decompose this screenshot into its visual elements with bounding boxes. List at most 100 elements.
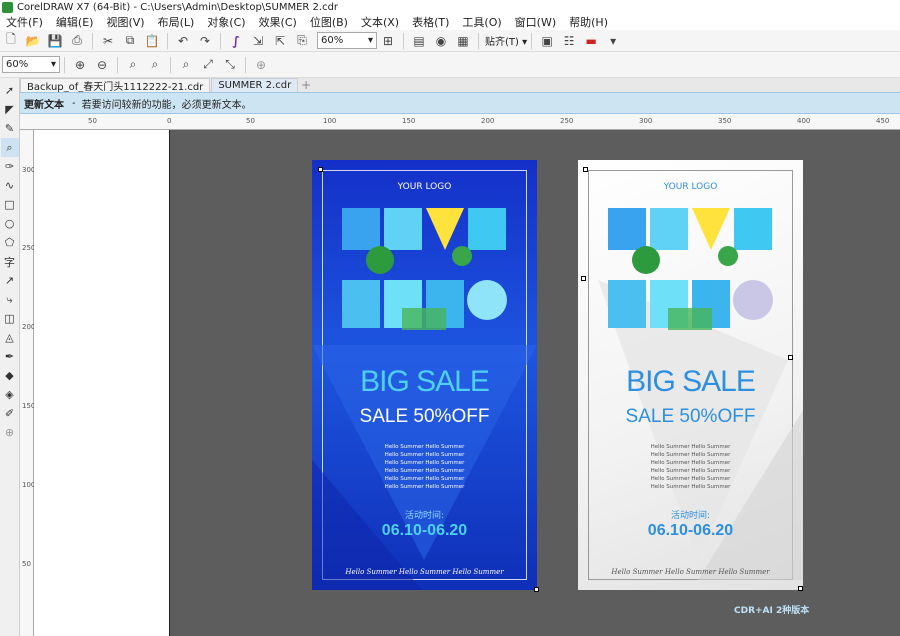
publish-pdf-icon[interactable]: ⎘	[292, 32, 312, 50]
outline-pen-icon[interactable]: ✐	[1, 404, 19, 423]
hello-line: Hello Summer Hello Summer	[384, 444, 465, 450]
cut-icon[interactable]: ✂	[98, 32, 118, 50]
open-icon[interactable]: 📂	[23, 32, 43, 50]
hello-line: Hello Summer Hello Summer	[384, 452, 465, 458]
menu-effects[interactable]: 效果(C)	[259, 14, 297, 30]
options-icon[interactable]: ▣	[537, 32, 557, 50]
document-tabs: Backup_of_春天门头1112222-21.cdr SUMMER 2.cd…	[20, 78, 900, 93]
hello-line: Hello Summer Hello Summer	[384, 468, 465, 474]
add-tab-icon[interactable]: +	[299, 78, 313, 92]
show-guidelines-icon[interactable]: ▦	[453, 32, 473, 50]
chevron-down-icon[interactable]: ▾	[603, 32, 623, 50]
selection-handle[interactable]	[318, 167, 323, 172]
zoom-to-page-icon[interactable]: ⌕	[176, 56, 196, 74]
save-icon[interactable]: 💾	[45, 32, 65, 50]
menu-help[interactable]: 帮助(H)	[569, 14, 608, 30]
zoom-to-all-objects-icon[interactable]: ⌕	[145, 56, 165, 74]
chevron-down-icon: ▾	[50, 59, 56, 70]
selection-handle[interactable]	[798, 586, 803, 591]
white-poster[interactable]: YOUR LOGO BIG SALE SALE 50%OFF Hello Sum…	[578, 160, 803, 590]
menu-tools[interactable]: 工具(O)	[462, 14, 501, 30]
export-icon[interactable]: ⇱	[270, 32, 290, 50]
drop-shadow-tool-icon[interactable]: ◫	[1, 309, 19, 328]
coreldraw-app-icon	[2, 1, 13, 13]
ruler-label: 100	[323, 117, 337, 125]
polygon-tool-icon[interactable]: ⬠	[1, 233, 19, 252]
text-tool-icon[interactable]: 字	[1, 252, 19, 271]
selection-handle[interactable]	[583, 167, 588, 172]
zoom-level-value: 60%	[321, 35, 344, 46]
menu-view[interactable]: 视图(V)	[106, 14, 144, 30]
connector-tool-icon[interactable]: ⤷	[1, 290, 19, 309]
menu-text[interactable]: 文本(X)	[361, 14, 399, 30]
interactive-fill-tool-icon[interactable]: ◆	[1, 366, 19, 385]
quick-customize-icon[interactable]: ⊕	[251, 56, 271, 74]
menu-object[interactable]: 对象(C)	[207, 14, 245, 30]
separator	[117, 56, 118, 73]
vertical-ruler[interactable]: 300 250 200 150 100 50	[20, 130, 35, 636]
chevron-down-icon: ▾	[367, 35, 373, 46]
search-content-icon[interactable]: ∫	[226, 32, 246, 50]
import-icon[interactable]: ⇲	[248, 32, 268, 50]
menu-bitmaps[interactable]: 位图(B)	[310, 14, 348, 30]
zoom-in-icon[interactable]: ⊕	[70, 56, 90, 74]
version-caption: CDR+AI 2种版本	[734, 606, 810, 616]
paste-icon[interactable]: 📋	[142, 32, 162, 50]
menu-edit[interactable]: 编辑(E)	[56, 14, 94, 30]
undo-icon[interactable]: ↶	[173, 32, 193, 50]
poster-logo: YOUR LOGO	[663, 182, 718, 192]
ruler-label: 450	[876, 117, 890, 125]
horizontal-ruler[interactable]: 50 0 50 100 150 200 250 300 350 400 450	[20, 114, 900, 130]
ellipse-tool-icon[interactable]: ○	[1, 214, 19, 233]
separator	[92, 32, 93, 49]
snap-to-dropdown[interactable]: 贴齐(T) ▾	[485, 33, 527, 48]
zoom-tool-icon[interactable]: ⌕	[0, 138, 19, 157]
color-eyedropper-tool-icon[interactable]: ✒	[1, 347, 19, 366]
menu-window[interactable]: 窗口(W)	[515, 14, 556, 30]
print-icon[interactable]: ⎙	[67, 32, 87, 50]
ruler-label: 250	[560, 117, 574, 125]
zoom-to-page-width-icon[interactable]: ⤢	[198, 56, 218, 74]
blue-poster[interactable]: YOUR LOGO BIG SALE SALE 50%OFF Hello Sum…	[312, 160, 537, 590]
new-document-icon[interactable]: 🗋	[1, 32, 21, 50]
freehand-tool-icon[interactable]: ✑	[1, 157, 19, 176]
welcome-screen-icon[interactable]: ▬	[581, 32, 601, 50]
selection-handle[interactable]	[581, 276, 586, 281]
sale-off-text: SALE 50%OFF	[625, 406, 756, 427]
copy-icon[interactable]: ⧉	[120, 32, 140, 50]
selection-handle[interactable]	[534, 587, 539, 592]
tab-backup-file[interactable]: Backup_of_春天门头1112222-21.cdr	[20, 78, 211, 93]
summer-letters-artwork	[342, 208, 507, 338]
show-grid-icon[interactable]: ◉	[431, 32, 451, 50]
zoom-out-icon[interactable]: ⊖	[92, 56, 112, 74]
zoom-levels-combo[interactable]: 60% ▾	[2, 56, 60, 73]
parallel-dimension-tool-icon[interactable]: ↗	[1, 271, 19, 290]
tab-summer-2[interactable]: SUMMER 2.cdr	[211, 78, 299, 92]
menu-table[interactable]: 表格(T)	[412, 14, 449, 30]
ruler-label: 400	[797, 117, 811, 125]
menu-file[interactable]: 文件(F)	[6, 14, 43, 30]
zoom-to-selected-icon[interactable]: ⌕	[123, 56, 143, 74]
crop-tool-icon[interactable]: ✎	[1, 119, 19, 138]
full-screen-icon[interactable]: ⊞	[378, 32, 398, 50]
redo-icon[interactable]: ↷	[195, 32, 215, 50]
selection-handle[interactable]	[788, 355, 793, 360]
hello-line: Hello Summer Hello Summer	[384, 460, 465, 466]
menu-layout[interactable]: 布局(L)	[158, 14, 195, 30]
zoom-to-page-height-icon[interactable]: ⤡	[220, 56, 240, 74]
artistic-media-tool-icon[interactable]: ∿	[1, 176, 19, 195]
transparency-tool-icon[interactable]: ◬	[1, 328, 19, 347]
activity-time-label: 活动时间:	[404, 511, 445, 521]
show-rulers-icon[interactable]: ▤	[409, 32, 429, 50]
pick-tool-icon[interactable]: ➚	[1, 81, 19, 100]
smart-fill-tool-icon[interactable]: ◈	[1, 385, 19, 404]
rectangle-tool-icon[interactable]: □	[1, 195, 19, 214]
add-tool-icon[interactable]: ⊕	[1, 423, 19, 442]
zoom-level-combo[interactable]: 60% ▾	[317, 32, 377, 49]
standard-toolbar: 🗋 📂 💾 ⎙ ✂ ⧉ 📋 ↶ ↷ ∫ ⇲ ⇱ ⎘ 60% ▾ ⊞ ▤ ◉ ▦ 贴…	[0, 30, 900, 52]
shape-tool-icon[interactable]: ◤	[1, 100, 19, 119]
ruler-label: 50	[88, 117, 97, 125]
separator	[170, 56, 171, 73]
page-border	[169, 130, 170, 636]
application-launcher-icon[interactable]: ☷	[559, 32, 579, 50]
